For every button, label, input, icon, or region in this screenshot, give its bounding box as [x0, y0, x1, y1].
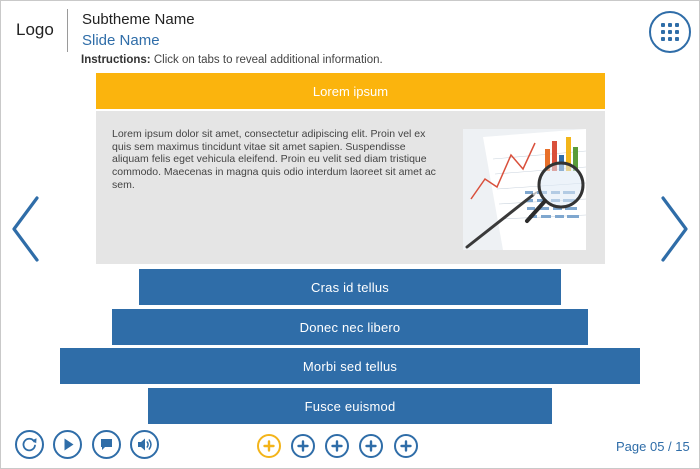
audio-icon [138, 438, 152, 451]
progress-dot-3[interactable] [325, 434, 349, 458]
tab-morbi-sed-tellus[interactable]: Morbi sed tellus [60, 348, 640, 384]
header-divider [67, 9, 68, 52]
tab-fusce-euismod[interactable]: Fusce euismod [148, 388, 552, 424]
instructions: Instructions: Click on tabs to reveal ad… [81, 54, 383, 66]
next-slide-button[interactable] [659, 195, 691, 263]
slide-name: Slide Name [82, 32, 160, 49]
play-button[interactable] [53, 430, 82, 459]
tab-body-text: Lorem ipsum dolor sit amet, consectetur … [112, 128, 436, 191]
plus-icon [365, 440, 377, 452]
instructions-label: Instructions: [81, 54, 151, 66]
audio-button[interactable] [130, 430, 159, 459]
page-indicator: Page 05 / 15 [616, 439, 690, 454]
chat-icon [101, 439, 112, 450]
replay-button[interactable] [15, 430, 44, 459]
plus-icon [400, 440, 412, 452]
tab-content-panel: Lorem ipsum dolor sit amet, consectetur … [96, 111, 605, 264]
plus-icon [263, 440, 275, 452]
progress-dot-1[interactable] [257, 434, 281, 458]
menu-button[interactable] [649, 11, 691, 53]
prev-slide-button[interactable] [9, 195, 41, 263]
chat-button[interactable] [92, 430, 121, 459]
grid-menu-icon [661, 23, 679, 41]
progress-dot-2[interactable] [291, 434, 315, 458]
subtheme-title: Subtheme Name [82, 11, 195, 28]
tab-donec-nec-libero[interactable]: Donec nec libero [112, 309, 588, 345]
play-icon [64, 438, 74, 451]
chevron-left-icon [12, 196, 39, 262]
financial-chart-with-magnifier-image [463, 129, 586, 250]
plus-icon [297, 440, 309, 452]
tab-cras-id-tellus[interactable]: Cras id tellus [139, 269, 561, 305]
plus-icon [331, 440, 343, 452]
instructions-text: Click on tabs to reveal additional infor… [153, 54, 383, 66]
logo: Logo [16, 20, 54, 39]
replay-icon [22, 437, 37, 452]
tab-lorem-ipsum[interactable]: Lorem ipsum [96, 73, 605, 109]
chevron-right-icon [661, 196, 688, 262]
progress-dot-4[interactable] [359, 434, 383, 458]
progress-dot-5[interactable] [394, 434, 418, 458]
